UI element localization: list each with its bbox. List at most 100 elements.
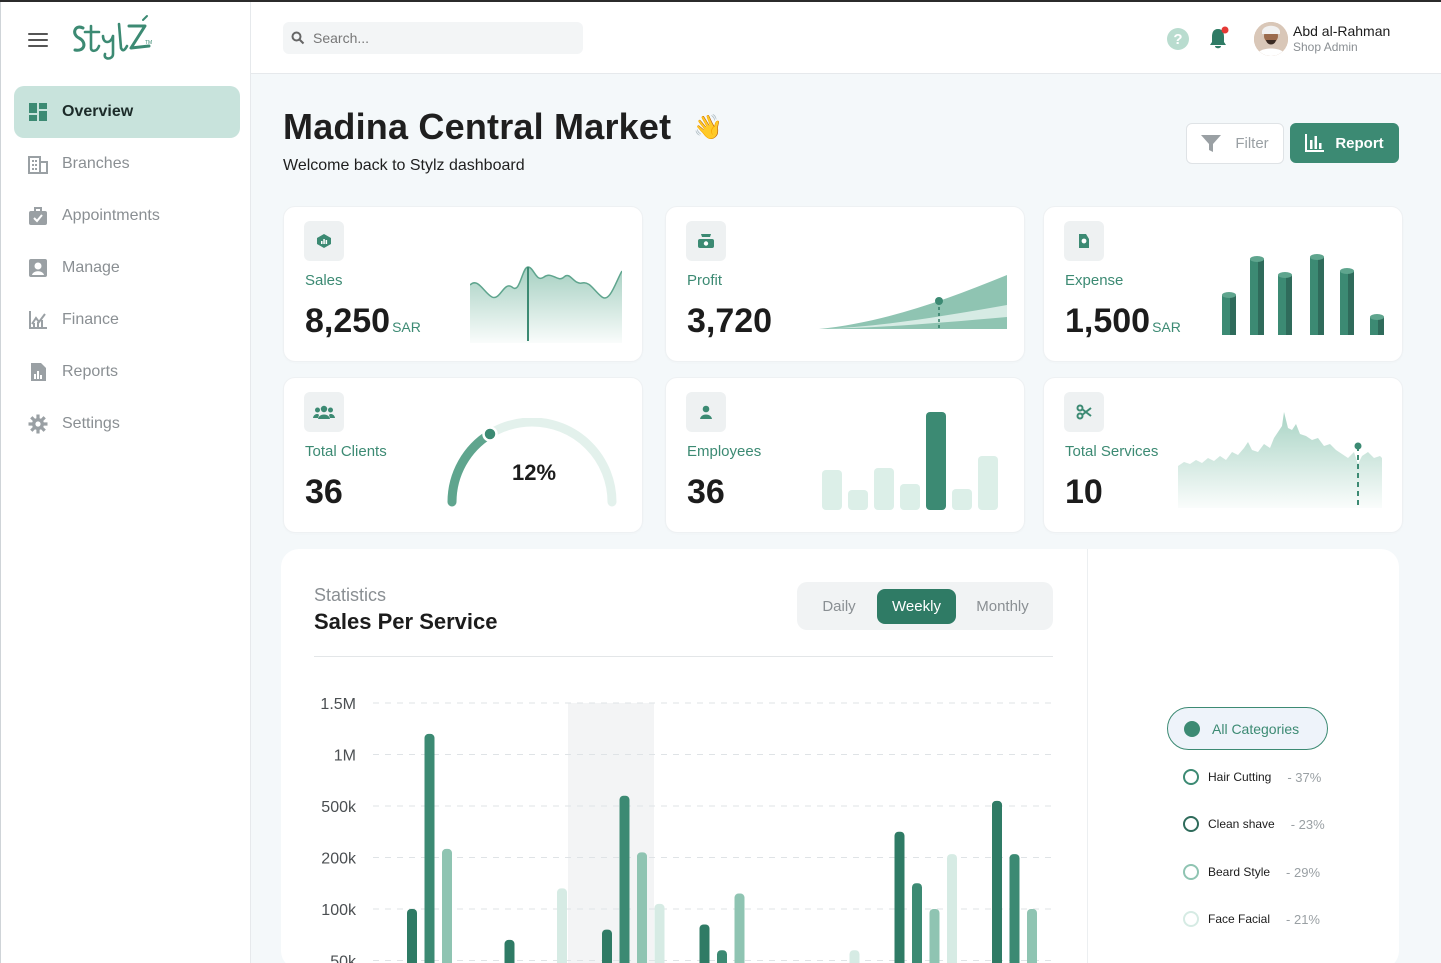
expense-cylinder: [1222, 292, 1236, 335]
help-icon[interactable]: ?: [1167, 28, 1189, 50]
funnel-icon: [1201, 134, 1222, 152]
employees-bar: [926, 412, 946, 510]
report-document-icon: [28, 362, 48, 382]
bar: [557, 888, 567, 963]
tab-weekly[interactable]: Weekly: [877, 588, 956, 624]
clients-gauge-value: 12%: [512, 460, 557, 485]
report-button[interactable]: Report: [1290, 123, 1399, 163]
bar: [849, 950, 860, 963]
search-box[interactable]: [283, 22, 583, 54]
sidebar-item-finance[interactable]: Finance: [14, 294, 240, 346]
employees-label: Employees: [687, 443, 762, 460]
expense-unit: SAR: [1152, 319, 1181, 335]
sidebar-item-settings[interactable]: Settings: [14, 398, 240, 450]
bar: [947, 854, 957, 963]
user-card-icon: [28, 258, 48, 278]
svg-text:TM: TM: [145, 40, 152, 46]
sidebar-item-label: Manage: [62, 259, 120, 276]
sales-card[interactable]: Sales 8,250 SAR: [283, 206, 643, 362]
y-tick-label: 50k: [330, 954, 357, 963]
employees-bar: [978, 456, 998, 510]
y-tick-label: 500k: [321, 799, 357, 816]
bar: [734, 893, 745, 963]
expense-amount: 1,500: [1065, 302, 1151, 340]
sidebar-item-branches[interactable]: Branches: [14, 138, 240, 190]
sidebar-item-label: Overview: [62, 103, 134, 120]
sidebar-item-reports[interactable]: Reports: [14, 346, 240, 398]
stats-kicker: Statistics: [314, 585, 387, 605]
bar: [912, 883, 922, 963]
bar-chart-icon: [1305, 134, 1325, 152]
expense-card[interactable]: Expense 1,500 SAR: [1043, 206, 1403, 362]
tab-daily[interactable]: Daily: [801, 589, 877, 624]
legend-percent: - 37%: [1287, 769, 1322, 785]
bar: [654, 903, 665, 963]
gear-icon: [28, 414, 48, 434]
services-value: 10: [1065, 473, 1103, 511]
bar: [1027, 909, 1037, 963]
menu-icon[interactable]: [28, 33, 48, 47]
profit-growth-chart: [819, 275, 1007, 329]
stats-title: Sales Per Service: [314, 609, 498, 634]
expense-value: 1,500 SAR: [1065, 302, 1181, 341]
sales-value: 8,250 SAR: [305, 302, 421, 341]
period-segmented-control: Daily Weekly Monthly: [797, 582, 1053, 630]
bar: [717, 950, 727, 963]
notification-bell-icon[interactable]: [1207, 26, 1229, 50]
sidebar-nav: Overview Branches Appointments Manage Fi…: [14, 86, 240, 450]
legend-ring-icon: [1183, 911, 1199, 927]
bar: [699, 924, 710, 963]
legend-ring-icon: [1183, 816, 1199, 832]
sidebar-item-label: Appointments: [62, 207, 160, 224]
sales-unit: SAR: [392, 319, 421, 335]
employees-bar: [874, 468, 894, 510]
legend-label: Hair Cutting: [1208, 770, 1272, 784]
legend-item-hair-cutting[interactable]: Hair Cutting - 37%: [1183, 769, 1321, 785]
user-role: Shop Admin: [1293, 40, 1358, 54]
clients-label: Total Clients: [305, 443, 387, 460]
clients-value: 36: [305, 473, 343, 511]
employees-bar: [952, 489, 972, 510]
report-button-label: Report: [1335, 134, 1384, 152]
expense-cylinder: [1310, 254, 1324, 335]
legend-label: Clean shave: [1208, 817, 1275, 831]
page-subtitle: Welcome back to Stylz dashboard: [283, 157, 525, 174]
bar: [894, 831, 905, 963]
legend-ring-icon: [1183, 864, 1199, 880]
all-categories-label: All Categories: [1212, 720, 1300, 737]
panel-vertical-divider: [1087, 549, 1088, 963]
expense-cylinder: [1340, 268, 1354, 335]
legend-item-clean-shave[interactable]: Clean shave - 23%: [1183, 816, 1325, 832]
y-tick-label: 200k: [321, 851, 357, 868]
users-group-icon: [304, 392, 344, 432]
employees-bar-sparkline: [822, 412, 998, 510]
avatar[interactable]: [1254, 22, 1288, 56]
services-card[interactable]: Total Services 10: [1043, 377, 1403, 533]
employees-card[interactable]: Employees 36: [665, 377, 1025, 533]
all-categories-filter[interactable]: All Categories: [1167, 707, 1328, 750]
legend-item-beard-style[interactable]: Beard Style - 29%: [1183, 864, 1320, 880]
legend-percent: - 29%: [1286, 864, 1321, 880]
bar: [1009, 854, 1020, 963]
top-bar: ? Abd al-Rahman Shop Admin: [251, 2, 1441, 74]
stats-divider: [314, 656, 1053, 657]
sidebar-item-appointments[interactable]: Appointments: [14, 190, 240, 242]
search-input[interactable]: [313, 30, 573, 46]
sidebar-item-label: Settings: [62, 415, 120, 432]
sidebar-item-overview[interactable]: Overview: [14, 86, 240, 138]
tab-monthly[interactable]: Monthly: [956, 589, 1049, 624]
filter-button[interactable]: Filter: [1186, 123, 1284, 164]
sidebar-item-manage[interactable]: Manage: [14, 242, 240, 294]
user-name: Abd al-Rahman: [1293, 23, 1391, 39]
bar: [602, 929, 612, 963]
services-area-sparkline: [1178, 412, 1382, 508]
sales-per-service-chart: 1.5M 1M 500k 200k 100k 50k: [320, 696, 1053, 963]
clients-card[interactable]: Total Clients 36 12%: [283, 377, 643, 533]
expense-cylinder: [1278, 272, 1292, 335]
y-tick-label: 1.5M: [320, 696, 356, 713]
expense-cylinder: [1370, 314, 1384, 335]
legend-item-face-facial[interactable]: Face Facial - 21%: [1183, 911, 1320, 927]
sidebar-item-label: Finance: [62, 311, 119, 328]
sales-amount: 8,250: [305, 302, 391, 340]
profit-card[interactable]: Profit 3,720: [665, 206, 1025, 362]
